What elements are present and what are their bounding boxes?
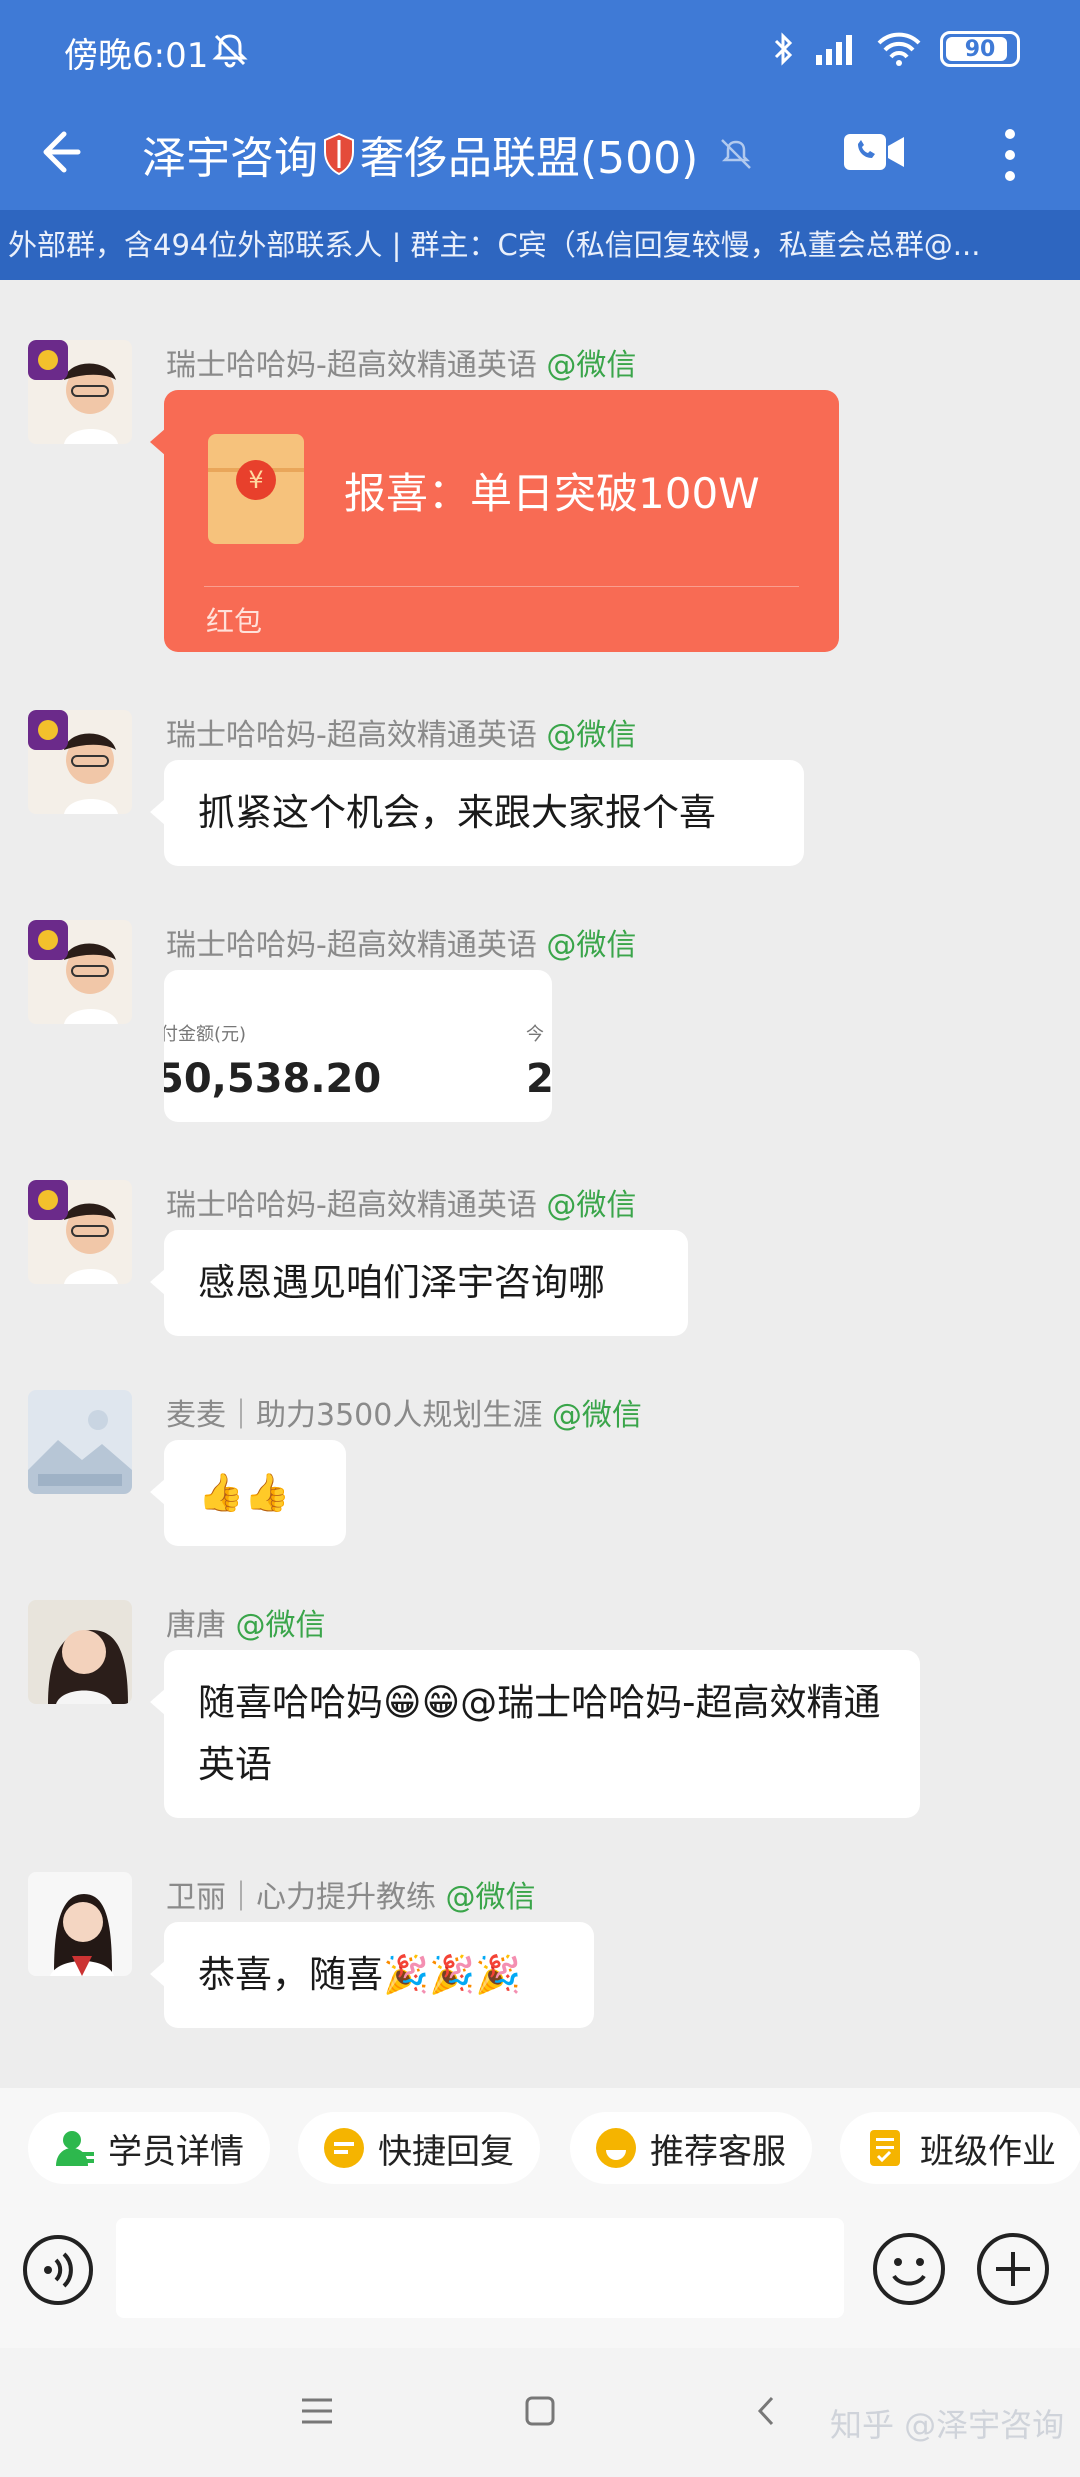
menu-icon[interactable] xyxy=(292,2386,342,2436)
home-icon[interactable] xyxy=(515,2386,565,2436)
student-icon xyxy=(56,2131,94,2166)
chat-title: 泽宇咨询 奢侈品联盟(500) xyxy=(142,122,756,186)
avatar[interactable] xyxy=(28,340,132,444)
top-bar: 傍晚6:01 90 泽宇咨询 奢侈品联盟(500) xyxy=(0,0,1080,210)
chat-title-brand: 泽宇咨询 xyxy=(142,133,318,184)
title-bar: 泽宇咨询 奢侈品联盟(500) xyxy=(0,100,1080,210)
video-call-icon[interactable] xyxy=(840,122,910,182)
avatar[interactable] xyxy=(28,1600,132,1704)
watermark: 知乎 @泽宇咨询 xyxy=(830,2406,1065,2444)
avatar[interactable] xyxy=(28,1872,132,1976)
quick-action-bar: 学员详情 快捷回复 推荐客服 班级作业 xyxy=(0,2088,1080,2218)
sender-name: 唐唐 @微信 xyxy=(166,1608,326,1643)
recommend-service-button[interactable]: 推荐客服 xyxy=(570,2112,812,2184)
bluetooth-icon xyxy=(774,32,793,66)
do-not-disturb-icon xyxy=(212,34,248,68)
sender-name: 瑞士哈哈妈-超高效精通英语 @微信 xyxy=(166,1188,637,1223)
homework-icon xyxy=(870,2130,900,2166)
message-bubble[interactable]: 👍👍 xyxy=(150,1440,346,1546)
red-packet-card[interactable]: ¥ 报喜：单日突破100W 红包 xyxy=(150,390,839,652)
status-time: 傍晚6:01 xyxy=(64,36,209,76)
divider xyxy=(204,586,799,587)
battery-indicator: 90 xyxy=(940,31,1020,67)
image-label-2: 今 xyxy=(526,1024,544,1045)
avatar[interactable] xyxy=(28,1180,132,1284)
sender-name: 瑞士哈哈妈-超高效精通英语 @微信 xyxy=(166,928,637,963)
red-envelope-icon: ¥ xyxy=(208,434,304,544)
message-bubble[interactable]: 感恩遇见咱们泽宇咨询哪 xyxy=(150,1230,688,1336)
wifi-icon xyxy=(877,32,921,66)
voice-input-icon[interactable] xyxy=(22,2234,94,2306)
back-arrow-icon[interactable] xyxy=(30,122,90,182)
back-nav-icon[interactable] xyxy=(742,2386,792,2436)
image-amount-2: 2 xyxy=(526,1056,552,1102)
signal-icon xyxy=(816,35,852,65)
quick-reply-icon xyxy=(324,2128,364,2168)
class-homework-button[interactable]: 班级作业 xyxy=(840,2112,1080,2184)
message-bubble[interactable]: 抓紧这个机会，来跟大家报个喜 xyxy=(150,760,804,866)
message-bubble[interactable]: 随喜哈哈妈😁😁@瑞士哈哈妈-超高效精通英语 xyxy=(150,1650,920,1818)
mute-icon xyxy=(721,139,752,169)
more-options-icon[interactable] xyxy=(995,120,1025,190)
avatar[interactable] xyxy=(28,920,132,1024)
image-message[interactable]: 付金额(元) 今 50,538.20 2 xyxy=(164,970,552,1122)
sender-name: 瑞士哈哈妈-超高效精通英语 @微信 xyxy=(166,718,637,753)
message-input[interactable] xyxy=(116,2218,844,2318)
group-info-bar[interactable]: 外部群，含494位外部联系人 | 群主：C宾（私信回复较慢，私董会总群@... xyxy=(0,210,1080,280)
image-label: 付金额(元) xyxy=(164,1024,247,1045)
input-bar xyxy=(0,2218,1080,2348)
avatar[interactable] xyxy=(28,1390,132,1494)
status-icons: 90 xyxy=(772,24,1020,74)
avatar[interactable] xyxy=(28,710,132,814)
image-amount: 50,538.20 xyxy=(164,1056,382,1102)
status-bar: 傍晚6:01 90 xyxy=(0,0,1080,100)
message-bubble[interactable]: 恭喜，随喜🎉🎉🎉 xyxy=(150,1922,594,2028)
system-nav-bar: 知乎 @泽宇咨询 xyxy=(0,2348,1080,2477)
chat-title-group: 奢侈品联盟(500) xyxy=(360,133,699,184)
battery-level: 90 xyxy=(964,36,996,62)
red-packet-label: 红包 xyxy=(206,605,263,638)
sender-name: 卫丽｜心力提升教练 @微信 xyxy=(166,1880,536,1915)
quick-reply-button[interactable]: 快捷回复 xyxy=(298,2112,540,2184)
sender-name: 瑞士哈哈妈-超高效精通英语 @微信 xyxy=(166,348,637,383)
service-icon xyxy=(596,2128,636,2168)
red-packet-title: 报喜：单日突破100W xyxy=(344,469,760,518)
student-details-button[interactable]: 学员详情 xyxy=(28,2112,270,2184)
shield-icon xyxy=(324,132,354,176)
sender-name: 麦麦｜助力3500人规划生涯 @微信 xyxy=(166,1398,642,1433)
add-icon[interactable] xyxy=(976,2232,1050,2306)
emoji-icon[interactable] xyxy=(872,2232,946,2306)
